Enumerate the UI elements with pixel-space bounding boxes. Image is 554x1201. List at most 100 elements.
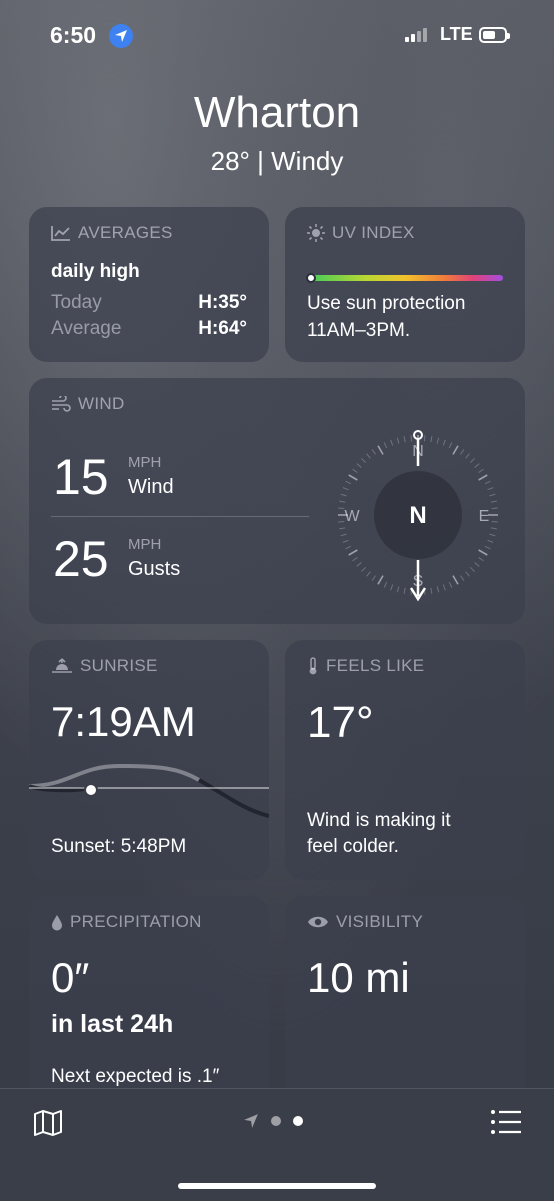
compass-tick <box>484 480 491 485</box>
compass-tick <box>403 436 406 443</box>
gust-speed-label: Gusts <box>128 558 181 580</box>
wind-speed-value: 15 <box>53 449 109 505</box>
sunrise-time: 7:19AM <box>51 698 196 745</box>
compass-direction-label: N <box>409 502 426 529</box>
compass-tick <box>478 549 488 556</box>
compass-tick <box>342 539 349 543</box>
uv-index-card[interactable]: UV INDEX Use sun protection 11AM–3PM. <box>285 207 525 362</box>
compass-tick <box>474 562 480 567</box>
home-indicator[interactable] <box>178 1183 376 1189</box>
gust-speed-unit: MPH <box>128 536 162 553</box>
visibility-title: VISIBILITY <box>336 912 424 931</box>
compass-tick <box>390 584 394 591</box>
compass-tick <box>469 566 475 572</box>
compass-tick <box>491 507 498 510</box>
compass-tick <box>490 527 497 530</box>
map-icon[interactable] <box>33 1109 63 1137</box>
compass-tick <box>465 571 470 577</box>
page-dot[interactable] <box>271 1116 281 1126</box>
compass-tick <box>403 587 406 594</box>
uv-scale-bar <box>307 275 503 281</box>
compass-tick <box>489 533 496 537</box>
compass-tick <box>491 520 498 523</box>
compass-tick <box>345 545 352 550</box>
feels-like-card[interactable]: FEELS LIKE 17° Wind is making it feel co… <box>285 640 525 880</box>
averages-card[interactable]: AVERAGES daily high Today H:35° Average … <box>29 207 269 362</box>
city-name: Wharton <box>193 88 361 137</box>
list-icon[interactable] <box>490 1109 522 1135</box>
sunrise-icon <box>52 658 72 673</box>
compass-tick <box>345 480 352 485</box>
compass-tick <box>340 533 347 537</box>
compass-tick <box>487 487 494 491</box>
compass-tick <box>342 487 349 491</box>
compass-tick <box>478 557 484 562</box>
compass-tick <box>383 442 388 449</box>
visibility-value: 10 mi <box>307 954 410 1001</box>
status-time: 6:50 <box>50 22 97 48</box>
thermometer-icon <box>309 657 317 675</box>
compass-tick <box>396 586 400 593</box>
compass-tick <box>469 458 475 464</box>
compass-tick <box>339 527 346 530</box>
compass-tick <box>465 453 470 459</box>
battery-icon <box>479 27 510 43</box>
divider <box>51 516 309 517</box>
chart-icon <box>51 226 70 241</box>
compass-tick <box>338 507 345 510</box>
sun-icon <box>307 224 325 242</box>
compass-tick <box>361 458 367 464</box>
compass-tick <box>490 500 497 503</box>
compass-tick <box>383 581 388 588</box>
wind-title: WIND <box>78 394 125 413</box>
compass-tick <box>452 575 459 585</box>
compass-tick <box>442 584 446 591</box>
network-label: LTE <box>440 24 473 44</box>
wind-speed-unit: MPH <box>128 454 162 471</box>
drop-icon <box>52 914 62 930</box>
compass-tick <box>430 436 433 443</box>
location-page-icon[interactable] <box>243 1113 259 1129</box>
precipitation-forecast: Next expected is .1″ <box>51 1066 220 1087</box>
sunrise-title: SUNRISE <box>80 656 158 675</box>
compass-tick <box>489 493 496 497</box>
uv-advice: Use sun protection <box>307 293 466 314</box>
compass-tick <box>460 575 465 581</box>
compass-tick <box>339 500 346 503</box>
compass-tick <box>371 449 376 455</box>
compass-tick <box>442 439 446 446</box>
precipitation-title: PRECIPITATION <box>70 912 202 931</box>
compass-tick <box>361 566 367 572</box>
page-indicator[interactable] <box>243 1113 303 1129</box>
averages-title: AVERAGES <box>78 223 173 242</box>
compass-tick <box>452 445 459 455</box>
compass-tick <box>478 474 488 481</box>
wind-icon <box>52 396 71 412</box>
uv-level-marker <box>306 273 316 283</box>
sunrise-card[interactable]: SUNRISE 7:19AM Sunset: 5:48PM <box>29 640 269 880</box>
compass-tick <box>340 493 347 497</box>
location-arrow-icon <box>109 24 133 48</box>
compass-tick <box>436 586 440 593</box>
page-dot-current[interactable] <box>293 1116 303 1126</box>
feels-like-line2: feel colder. <box>307 836 399 857</box>
gust-speed-value: 25 <box>53 531 109 587</box>
feels-like-line1: Wind is making it <box>307 810 451 831</box>
compass-west-label: W <box>344 508 360 525</box>
compass-east-label: E <box>479 508 490 525</box>
compass-tick <box>348 474 358 481</box>
compass-tick <box>338 520 345 523</box>
compass-tick <box>366 453 371 459</box>
sun-path-graph <box>29 763 269 818</box>
averages-subtitle: daily high <box>51 261 140 282</box>
compass-tick <box>478 468 484 473</box>
current-condition: 28° | Windy <box>210 146 344 176</box>
status-bar: 6:50 LTE <box>0 22 554 54</box>
compass-tick <box>390 439 394 446</box>
compass-tick <box>460 449 465 455</box>
signal-icon <box>405 28 427 42</box>
uv-hours: 11AM–3PM. <box>307 320 411 341</box>
wind-card[interactable]: WIND 15 MPH Wind 25 MPH Gusts N S E W N <box>29 378 525 624</box>
eye-icon <box>308 916 328 928</box>
compass-tick <box>484 545 491 550</box>
